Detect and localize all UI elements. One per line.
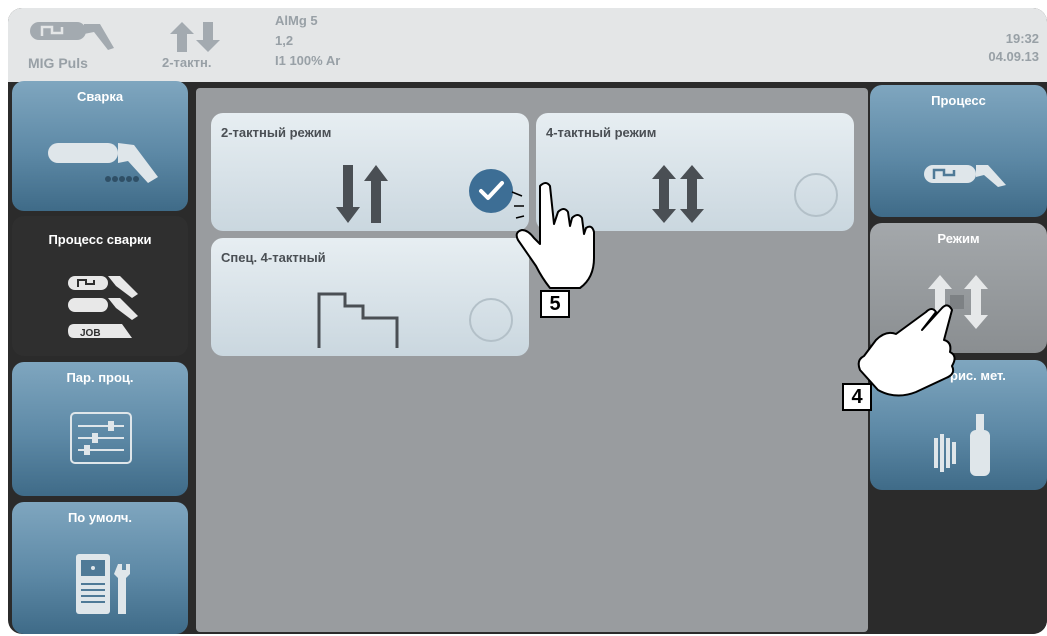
four-step-icon: [652, 165, 704, 223]
svg-text:JOB: JOB: [80, 328, 101, 339]
menu-process-params[interactable]: Пар. проц.: [12, 362, 188, 496]
content-area: 2-тактный режим 4-тактный режим Спец. 4-…: [196, 88, 868, 632]
option-special-4-step[interactable]: Спец. 4-тактный: [211, 238, 529, 356]
menu-welding-process-label: Процесс сварки: [48, 232, 152, 247]
option-special-4-step-radio[interactable]: [469, 298, 513, 342]
callout-5: 5: [540, 290, 570, 318]
option-4-step-label: 4-тактный режим: [546, 125, 657, 140]
clock-time: 19:32: [1005, 31, 1039, 46]
checkmark-icon: [479, 181, 504, 200]
selected-check: [469, 169, 513, 213]
option-2-step[interactable]: 2-тактный режим: [211, 113, 529, 231]
right-tab-process[interactable]: Процесс: [870, 85, 1047, 217]
menu-welding-process[interactable]: Процесс сварки JOB: [12, 216, 188, 356]
option-4-step-radio[interactable]: [794, 173, 838, 217]
device-wrench-icon: [76, 554, 130, 614]
option-special-4-step-label: Спец. 4-тактный: [221, 250, 326, 265]
arrows-up-down-icon: [170, 22, 220, 52]
gas-text: I1 100% Ar: [275, 53, 341, 68]
right-tab-mode-label: Режим: [937, 231, 980, 246]
two-step-icon: [336, 165, 388, 223]
special-4-step-icon: [317, 292, 399, 348]
menu-welding[interactable]: Сварка: [12, 81, 188, 211]
welding-torch-icon: [48, 143, 158, 183]
wire-diameter-text: 1,2: [275, 33, 294, 48]
process-torch-icon: [924, 165, 1006, 187]
callout-4: 4: [842, 383, 872, 411]
sliders-icon: [70, 412, 132, 464]
option-2-step-label: 2-тактный режим: [221, 125, 332, 140]
mode-text: 2-тактн.: [162, 55, 212, 70]
menu-defaults[interactable]: По умолч.: [12, 502, 188, 634]
menu-welding-label: Сварка: [76, 89, 124, 104]
menu-defaults-label: По умолч.: [67, 510, 133, 525]
clock-date: 04.09.13: [988, 49, 1039, 64]
wire-gas-icon: [934, 414, 990, 476]
process-text: MIG Puls: [28, 55, 88, 71]
torch-icon: [30, 22, 114, 50]
hand-pointer-icon-4: [857, 304, 956, 397]
process-job-icon: JOB: [68, 276, 138, 339]
right-tab-process-label: Процесс: [931, 93, 986, 108]
material-text: AlMg 5: [275, 13, 318, 28]
menu-process-params-label: Пар. проц.: [66, 370, 134, 385]
hand-pointer-icon-5: [511, 182, 595, 289]
status-bar: MIG Puls 2-тактн. AlMg 5 1,2 I1 100% Ar …: [8, 8, 1047, 82]
right-panel-empty: [870, 496, 1047, 634]
